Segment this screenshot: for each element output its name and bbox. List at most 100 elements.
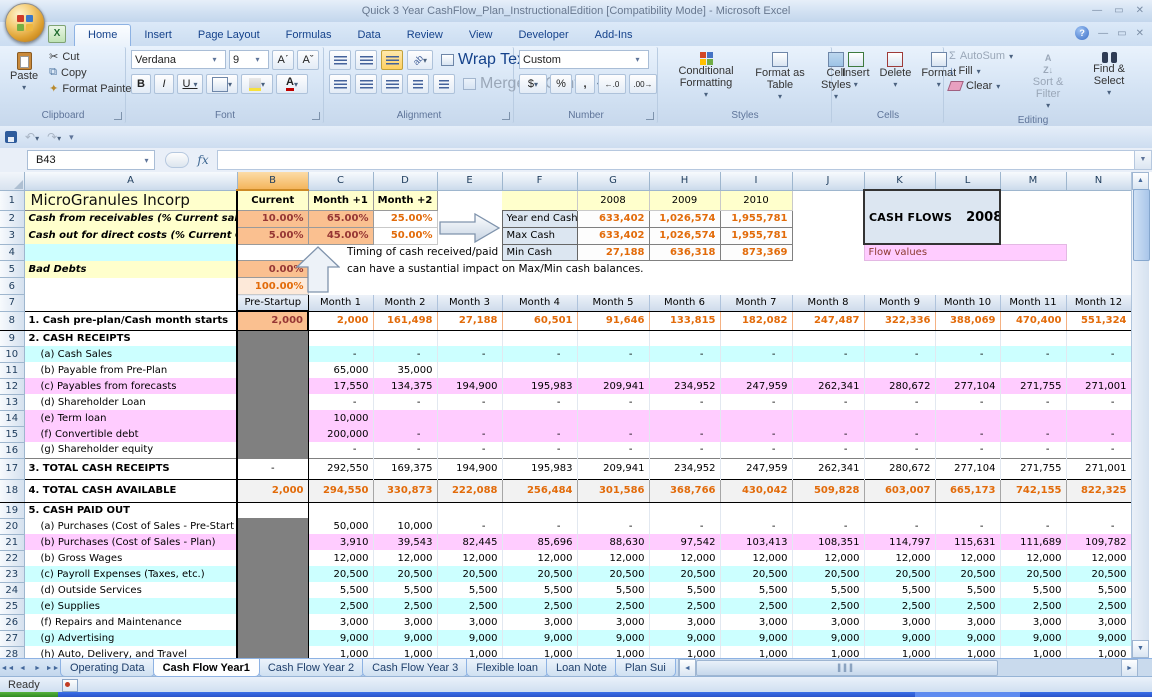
cell-E14[interactable] xyxy=(437,410,502,426)
row-header-4[interactable]: 4 xyxy=(0,244,24,261)
cell-G20[interactable]: - xyxy=(577,518,649,534)
cell-N25[interactable]: 2,500 xyxy=(1066,598,1131,614)
cell-D7[interactable]: Month 2 xyxy=(373,295,437,312)
row-header-16[interactable]: 16 xyxy=(0,442,24,458)
cell-C28[interactable]: 1,000 xyxy=(308,646,373,658)
name-box[interactable]: B43 ▾ xyxy=(27,150,155,170)
cell-M15[interactable]: - xyxy=(1000,426,1066,442)
cell-M3[interactable] xyxy=(1000,227,1066,244)
cell-I8[interactable]: 182,082 xyxy=(720,311,792,330)
clear-button[interactable]: Clear▾ xyxy=(949,80,1013,92)
cell-F7[interactable]: Month 4 xyxy=(502,295,577,312)
column-header-I[interactable]: I xyxy=(720,172,792,190)
cell-G2[interactable]: 633,402 xyxy=(577,210,649,227)
cell-C25[interactable]: 2,500 xyxy=(308,598,373,614)
cell-H11[interactable] xyxy=(649,362,720,378)
tab-home[interactable]: Home xyxy=(74,24,131,46)
cell-K28[interactable]: 1,000 xyxy=(864,646,935,658)
cell-I26[interactable]: 3,000 xyxy=(720,614,792,630)
cell-H4[interactable]: 636,318 xyxy=(649,244,720,261)
cell-L23[interactable]: 20,500 xyxy=(935,566,1000,582)
cell-H22[interactable]: 12,000 xyxy=(649,550,720,566)
cell-K11[interactable] xyxy=(864,362,935,378)
cell-F2[interactable]: Year end Cash xyxy=(502,210,577,227)
cell-K18[interactable]: 603,007 xyxy=(864,479,935,502)
cell-N3[interactable] xyxy=(1066,227,1131,244)
cell-H13[interactable]: - xyxy=(649,394,720,410)
cell-E18[interactable]: 222,088 xyxy=(437,479,502,502)
cell-H17[interactable]: 234,952 xyxy=(649,458,720,479)
cell-D9[interactable] xyxy=(373,330,437,346)
cell-I18[interactable]: 430,042 xyxy=(720,479,792,502)
cell-G21[interactable]: 88,630 xyxy=(577,534,649,550)
cell-F9[interactable] xyxy=(502,330,577,346)
delete-cells-button[interactable]: Delete ▾ xyxy=(875,50,917,93)
cell-K16[interactable]: - xyxy=(864,442,935,458)
row-header-12[interactable]: 12 xyxy=(0,378,24,394)
macro-record-icon[interactable] xyxy=(62,679,78,692)
cell-M14[interactable] xyxy=(1000,410,1066,426)
alignment-dialog-launcher-icon[interactable] xyxy=(502,112,510,120)
prev-sheet-icon[interactable]: ◄ xyxy=(15,659,30,677)
cell-K25[interactable]: 2,500 xyxy=(864,598,935,614)
percent-style-button[interactable]: % xyxy=(550,74,572,94)
row-header-22[interactable]: 22 xyxy=(0,550,24,566)
cell-B28[interactable] xyxy=(237,646,308,658)
cell-H2[interactable]: 1,026,574 xyxy=(649,210,720,227)
cell-D22[interactable]: 12,000 xyxy=(373,550,437,566)
cell-J23[interactable]: 20,500 xyxy=(792,566,864,582)
cell-J24[interactable]: 5,500 xyxy=(792,582,864,598)
cell-M27[interactable]: 9,000 xyxy=(1000,630,1066,646)
cell-K26[interactable]: 3,000 xyxy=(864,614,935,630)
horizontal-scrollbar[interactable]: ◄ ▌▌▌ ► xyxy=(678,659,1152,677)
font-name-select[interactable]: Verdana▾ xyxy=(131,50,226,69)
cell-C27[interactable]: 9,000 xyxy=(308,630,373,646)
cell-I7[interactable]: Month 7 xyxy=(720,295,792,312)
cell-K23[interactable]: 20,500 xyxy=(864,566,935,582)
cell-D17[interactable]: 169,375 xyxy=(373,458,437,479)
cell-A7[interactable] xyxy=(24,295,237,312)
increase-decimal-button[interactable]: ←.0 xyxy=(598,74,626,94)
column-header-K[interactable]: K xyxy=(864,172,935,190)
next-sheet-icon[interactable]: ► xyxy=(30,659,45,677)
cell-N18[interactable]: 822,325 xyxy=(1066,479,1131,502)
cell-G22[interactable]: 12,000 xyxy=(577,550,649,566)
cell-L10[interactable]: - xyxy=(935,346,1000,362)
cell-G23[interactable]: 20,500 xyxy=(577,566,649,582)
cell-J19[interactable] xyxy=(792,502,864,518)
cell-D15[interactable]: - xyxy=(373,426,437,442)
font-color-button[interactable]: A▾ xyxy=(276,74,308,94)
cell-C26[interactable]: 3,000 xyxy=(308,614,373,630)
cell-J9[interactable] xyxy=(792,330,864,346)
doc-close-icon[interactable]: ✕ xyxy=(1136,28,1144,39)
cell-H25[interactable]: 2,500 xyxy=(649,598,720,614)
cell-G9[interactable] xyxy=(577,330,649,346)
cell-J12[interactable]: 262,341 xyxy=(792,378,864,394)
cell-H27[interactable]: 9,000 xyxy=(649,630,720,646)
cell-C8[interactable]: 2,000 xyxy=(308,311,373,330)
autosum-button[interactable]: ΣAutoSum▾ xyxy=(949,50,1013,62)
cell-E20[interactable]: - xyxy=(437,518,502,534)
cell-J20[interactable]: - xyxy=(792,518,864,534)
cell-N8[interactable]: 551,324 xyxy=(1066,311,1131,330)
cell-I9[interactable] xyxy=(720,330,792,346)
cell-D13[interactable]: - xyxy=(373,394,437,410)
cell-B27[interactable] xyxy=(237,630,308,646)
redo-button[interactable]: ↷▾ xyxy=(47,130,61,144)
cell-B1[interactable]: Current xyxy=(237,190,308,210)
sheet-tab-flexible-loan[interactable]: Flexible loan xyxy=(466,659,548,677)
cell-A18[interactable]: 4. TOTAL CASH AVAILABLE xyxy=(24,479,237,502)
cell-D16[interactable]: - xyxy=(373,442,437,458)
cell-G18[interactable]: 301,586 xyxy=(577,479,649,502)
cell-D21[interactable]: 39,543 xyxy=(373,534,437,550)
cell-K7[interactable]: Month 9 xyxy=(864,295,935,312)
cell-B9[interactable] xyxy=(237,330,308,346)
cell-E22[interactable]: 12,000 xyxy=(437,550,502,566)
cell-M11[interactable] xyxy=(1000,362,1066,378)
row-header-6[interactable]: 6 xyxy=(0,278,24,295)
cell-G6[interactable] xyxy=(577,278,649,295)
cell-J13[interactable]: - xyxy=(792,394,864,410)
cell-D3[interactable]: 50.00% xyxy=(373,227,437,244)
number-dialog-launcher-icon[interactable] xyxy=(646,112,654,120)
flow-values-box[interactable]: Flow values xyxy=(864,244,1066,261)
